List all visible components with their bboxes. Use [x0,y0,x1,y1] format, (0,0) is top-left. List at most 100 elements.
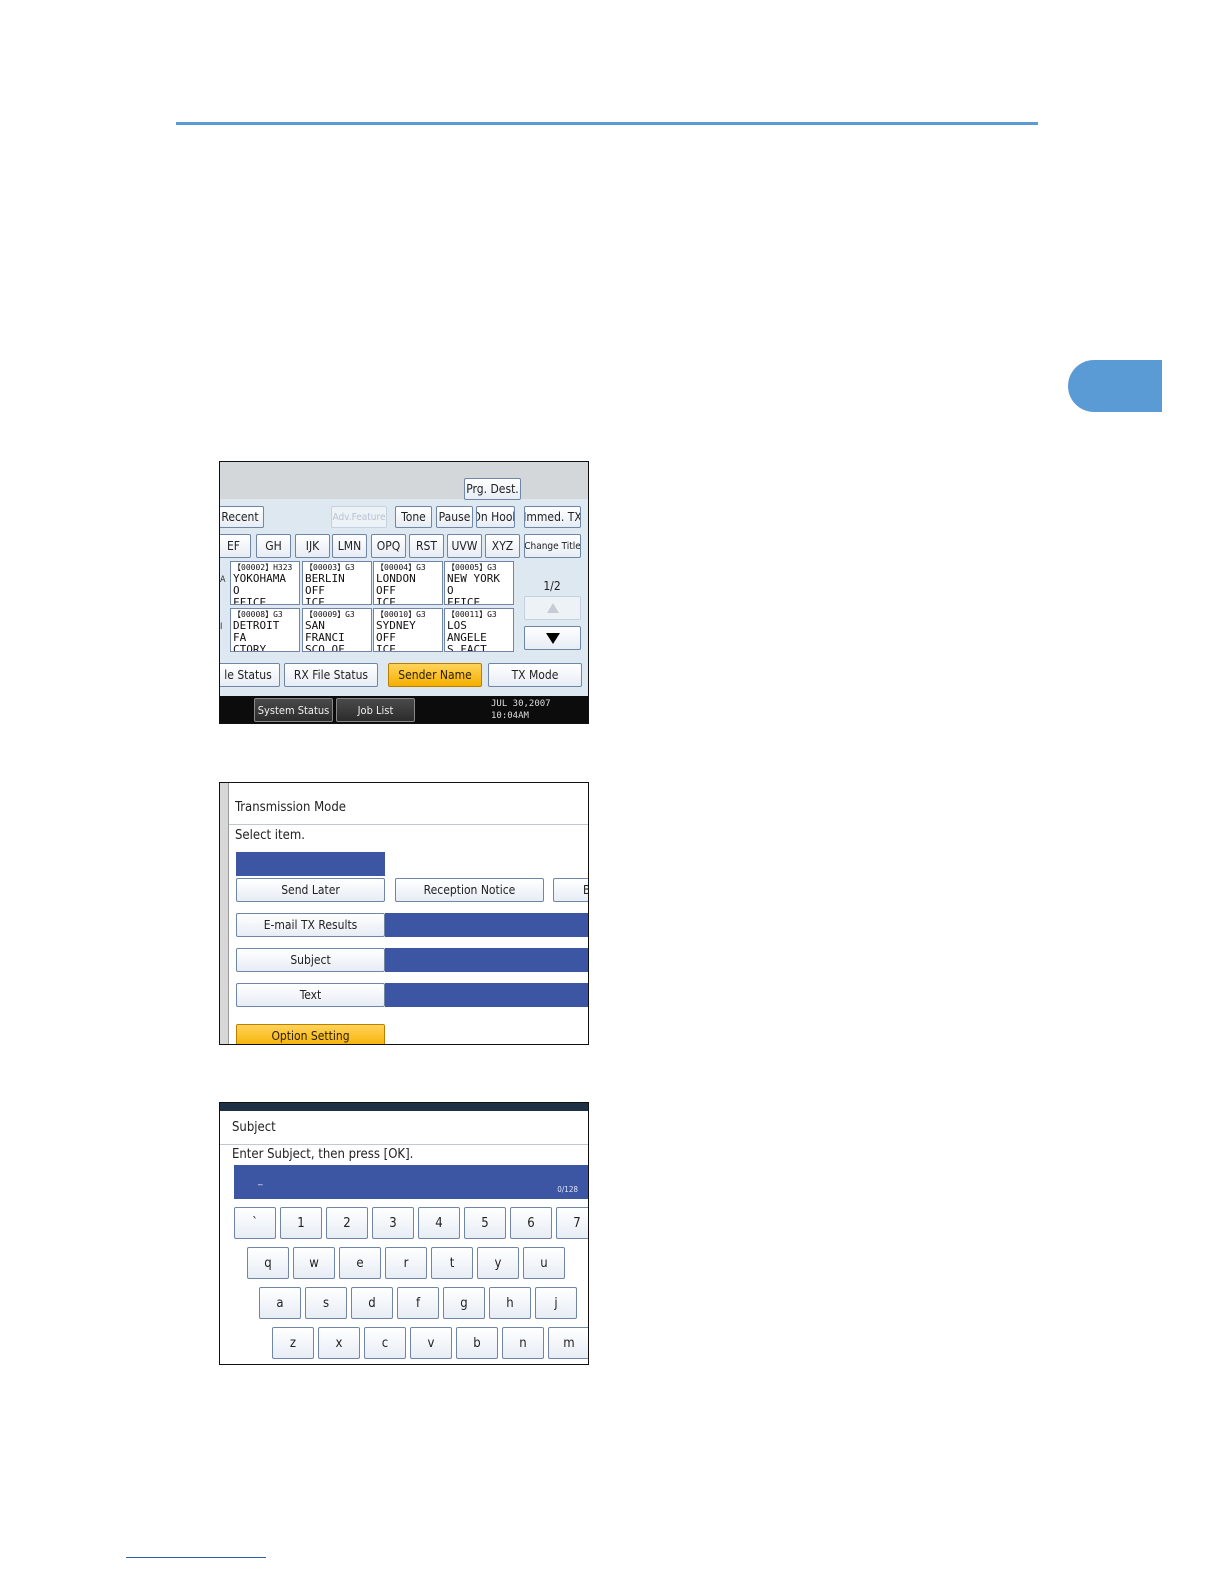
keyboard-key[interactable]: a [259,1287,301,1319]
chapter-tab [1068,360,1162,412]
on-hook-button[interactable]: On Hook [476,506,515,528]
window-left-edge [220,783,229,1044]
row1-edge-fragment: A [220,575,226,585]
destination-key[interactable]: 【00010】G3 SYDNEY OFF ICE [373,608,443,652]
keyboard-key[interactable]: 3 [372,1207,414,1239]
destination-key[interactable]: 【00011】G3 LOS ANGELE S FACT [444,608,514,652]
immediate-tx-button[interactable]: Immed. TX [524,506,581,528]
file-status-button[interactable]: le Status [220,663,280,687]
send-later-button[interactable]: Send Later [236,878,385,902]
keyboard-key[interactable]: c [364,1327,406,1359]
sender-name-button[interactable]: Sender Name [388,663,482,687]
tab-gh[interactable]: GH [256,534,291,558]
window-top-edge [220,1103,588,1111]
character-counter: 0/128 [557,1185,578,1194]
destination-key[interactable]: 【00005】G3 NEW YORK O FFICE [444,561,514,605]
destination-name-line2: FFICE [233,596,267,605]
recent-button[interactable]: Recent [220,506,264,528]
window-title: Subject [220,1113,588,1145]
system-status-button[interactable]: System Status [254,698,333,722]
keyboard-key[interactable]: q [247,1247,289,1279]
keyboard-key[interactable]: 1 [280,1207,322,1239]
tab-ef[interactable]: EF [220,534,251,558]
keyboard-key[interactable]: ` [234,1207,276,1239]
destination-name-line1: NEW YORK O [447,572,500,597]
keyboard-key[interactable]: w [293,1247,335,1279]
text-cursor: _ [258,1175,263,1186]
screen-top-area [220,462,588,499]
subject-button[interactable]: Subject [236,948,385,972]
destination-key[interactable]: 【00009】G3 SAN FRANCI SCO OF [302,608,372,652]
keyboard-key[interactable]: x [318,1327,360,1359]
text-value [385,983,588,1007]
program-destination-button[interactable]: Prg. Dest. [464,478,521,500]
keyboard-key[interactable]: r [385,1247,427,1279]
scroll-up-button[interactable] [524,596,581,620]
email-tx-results-value [385,913,588,937]
keyboard-key[interactable]: e [339,1247,381,1279]
tone-button[interactable]: Tone [395,506,432,528]
tab-xyz[interactable]: XYZ [485,534,520,558]
header-rule [176,122,1038,125]
destination-key[interactable]: 【00003】G3 BERLIN OFF ICE [302,561,372,605]
arrow-down-icon [545,632,560,644]
destination-key[interactable]: 【00002】H323 YOKOHAMA O FFICE [230,561,300,605]
text-button[interactable]: Text [236,983,385,1007]
keyboard-key[interactable]: d [351,1287,393,1319]
subject-input[interactable]: _ 0/128 [234,1165,588,1199]
instruction-text: Select item. [235,828,305,843]
tab-opq[interactable]: OPQ [371,534,406,558]
pause-button[interactable]: Pause [436,506,473,528]
transmission-mode-screen: Transmission Mode Select item. Send Late… [219,782,589,1045]
destination-name-line1: YOKOHAMA O [233,572,286,597]
email-tx-results-button[interactable]: E-mail TX Results [236,913,385,937]
keyboard-key[interactable]: s [305,1287,347,1319]
tab-lmn[interactable]: LMN [332,534,367,558]
keyboard-key[interactable]: z [272,1327,314,1359]
destination-name-line1: LONDON OFF [376,572,416,597]
destination-key[interactable]: 【00008】G3 DETROIT FA CTORY [230,608,300,652]
keyboard-key[interactable]: y [477,1247,519,1279]
keyboard-key[interactable]: m [548,1327,588,1359]
advanced-features-button[interactable]: Adv.Feature [331,506,387,528]
arrow-up-icon [546,603,559,613]
tab-uvw[interactable]: UVW [447,534,482,558]
scroll-down-button[interactable] [524,626,581,650]
keyboard-key[interactable]: n [502,1327,544,1359]
keyboard-key[interactable]: f [397,1287,439,1319]
tab-ijk[interactable]: IJK [295,534,330,558]
keyboard-key[interactable]: 2 [326,1207,368,1239]
keyboard-key[interactable]: u [523,1247,565,1279]
keyboard-key[interactable]: v [410,1327,452,1359]
partial-button[interactable]: B [553,878,588,902]
keyboard-key[interactable]: 4 [418,1207,460,1239]
keyboard-key[interactable]: g [443,1287,485,1319]
job-list-button[interactable]: Job List [336,698,415,722]
destination-name-line2: SCO OF [305,643,345,652]
reception-notice-button[interactable]: Reception Notice [395,878,544,902]
destination-name-line2: ICE [376,643,396,652]
keyboard-key[interactable]: b [456,1327,498,1359]
destination-name-line2: S FACT [447,643,487,652]
keyboard-key[interactable]: 7 [556,1207,588,1239]
keyboard-key[interactable]: j [535,1287,577,1319]
destination-name-line2: FFICE [447,596,481,605]
subject-entry-screen: Subject Enter Subject, then press [OK]. … [219,1102,589,1365]
option-setting-button[interactable]: Option Setting [236,1024,385,1044]
tab-rst[interactable]: RST [409,534,444,558]
fax-main-screen: Prg. Dest. Recent Adv.Feature Tone Pause… [219,461,589,724]
change-title-button[interactable]: Change Title [524,534,581,558]
destination-key[interactable]: 【00004】G3 LONDON OFF ICE [373,561,443,605]
keyboard-key[interactable]: 6 [510,1207,552,1239]
destination-name-line2: ICE [305,596,325,605]
keyboard-key[interactable]: h [489,1287,531,1319]
time-text: 10:04AM [491,711,529,721]
keyboard-key[interactable]: 5 [464,1207,506,1239]
rx-file-status-button[interactable]: RX File Status [284,663,378,687]
footer-rule [126,1557,266,1558]
highlight-field [236,852,385,876]
date-text: JUL 30,2007 [491,699,551,709]
destination-name-line2: ICE [376,596,396,605]
tx-mode-button[interactable]: TX Mode [488,663,582,687]
keyboard-key[interactable]: t [431,1247,473,1279]
